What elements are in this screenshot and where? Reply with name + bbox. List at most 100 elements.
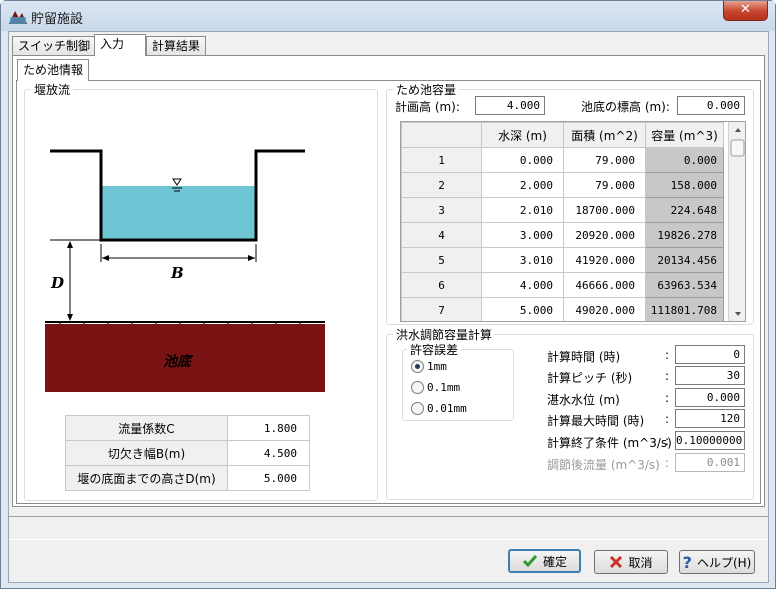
cell-depth[interactable]: 4.000 <box>481 272 564 298</box>
cell-depth[interactable]: 0.000 <box>481 147 564 173</box>
param-row: 切欠き幅B(m) 4.500 <box>65 440 310 466</box>
cell-area[interactable]: 41920.000 <box>563 247 646 273</box>
header-area: 面積 (m^2) <box>563 122 646 148</box>
tab-switch-control[interactable]: スイッチ制御 <box>12 36 97 56</box>
scroll-up-icon[interactable] <box>735 128 741 132</box>
cell-depth[interactable]: 3.000 <box>481 222 564 248</box>
help-button[interactable]: ? ヘルプ(H) <box>679 550 755 574</box>
end-condition-input[interactable]: 0.10000000 <box>675 431 745 450</box>
table-row[interactable]: 3 2.010 18700.000 224.648 <box>401 197 724 223</box>
cell-volume: 111801.708 <box>645 297 724 321</box>
label-d: D <box>50 274 64 292</box>
cancel-button[interactable]: 取消 <box>594 550 668 574</box>
tolerance-legend: 許容誤差 <box>407 341 462 358</box>
cell-depth[interactable]: 2.010 <box>481 197 564 223</box>
cell-depth[interactable]: 5.000 <box>481 297 564 321</box>
adjusted-flow-label: 調節後流量 (m^3/s) <box>547 458 660 472</box>
dialog-client: スイッチ制御 入力 計算結果 ため池情報 堰放流 B D 池底 流量係数C 1.… <box>8 31 769 583</box>
param-row: 堰の底面までの高さD(m) 5.000 <box>65 465 310 491</box>
cell-volume: 63963.534 <box>645 272 724 298</box>
table-row[interactable]: 6 4.000 46666.000 63963.534 <box>401 272 724 298</box>
end-condition-label: 計算終了条件 (m^3/s) <box>547 436 672 450</box>
tab-results[interactable]: 計算結果 <box>146 36 207 56</box>
tab-label: 入力 <box>100 37 125 51</box>
title-bar: 貯留施設 ✕ <box>1 1 775 31</box>
cell-area[interactable]: 46666.000 <box>563 272 646 298</box>
water-level-input[interactable]: 0.000 <box>675 388 745 407</box>
cell-area[interactable]: 49020.000 <box>563 297 646 321</box>
calc-pitch-label: 計算ピッチ (秒) <box>547 371 633 385</box>
radio-tolerance-0.01mm[interactable]: 0.01mm <box>411 402 467 415</box>
capacity-group: ため池容量 計画高 (m): 4.000 池底の標高 (m): 0.000 水深… <box>386 81 754 325</box>
weir-group: 堰放流 B D 池底 流量係数C 1.800 切欠き幅B(m) 4.500 堰の… <box>24 81 378 501</box>
cell-area[interactable]: 20920.000 <box>563 222 646 248</box>
radio-icon[interactable] <box>411 381 424 394</box>
bottom-elevation-label: 池底の標高 (m): <box>581 100 670 114</box>
cell-area[interactable]: 79.000 <box>563 172 646 198</box>
cell-area[interactable]: 18700.000 <box>563 197 646 223</box>
radio-label: 1mm <box>427 360 447 373</box>
calc-pitch-input[interactable]: 30 <box>675 366 745 385</box>
table-row[interactable]: 1 0.000 79.000 0.000 <box>401 147 724 173</box>
colon: : <box>665 391 670 405</box>
close-icon: ✕ <box>740 2 751 17</box>
table-row[interactable]: 2 2.000 79.000 158.000 <box>401 172 724 198</box>
row-number: 3 <box>401 197 482 223</box>
table-row[interactable]: 5 3.010 41920.000 20134.456 <box>401 247 724 273</box>
plan-height-label: 計画高 (m): <box>395 100 460 114</box>
param-label: 堰の底面までの高さD(m) <box>65 465 228 491</box>
header-volume: 容量 (m^3) <box>645 122 724 148</box>
weir-diagram: B D 池底 <box>45 149 325 392</box>
row-number: 1 <box>401 147 482 173</box>
row-number: 5 <box>401 247 482 273</box>
input-tab-panel: ため池情報 堰放流 B D 池底 流量係数C 1.800 切欠き幅B(m) 4.… <box>12 55 765 507</box>
capacity-legend: ため池容量 <box>393 81 460 98</box>
cell-volume: 224.648 <box>645 197 724 223</box>
question-icon: ? <box>682 552 692 572</box>
grid-corner <box>401 122 482 148</box>
capacity-grid: 水深 (m) 面積 (m^2) 容量 (m^3) 1 0.000 79.000 0.0… <box>400 121 746 322</box>
max-time-label: 計算最大時間 (時) <box>547 414 645 428</box>
plan-height-input[interactable]: 4.000 <box>475 96 545 115</box>
scrollbar-arrows <box>730 128 745 316</box>
capacity-table: 水深 (m) 面積 (m^2) 容量 (m^3) 1 0.000 79.000 0.0… <box>401 122 724 321</box>
water-level-label: 湛水水位 (m) <box>547 393 620 407</box>
param-label: 切欠き幅B(m) <box>65 440 228 466</box>
water-area <box>101 186 256 240</box>
colon: : <box>665 369 670 383</box>
cell-depth[interactable]: 3.010 <box>481 247 564 273</box>
grid-header-row: 水深 (m) 面積 (m^2) 容量 (m^3) <box>401 122 724 148</box>
tab-label: スイッチ制御 <box>18 39 91 53</box>
cell-volume: 20134.456 <box>645 247 724 273</box>
status-bar <box>9 516 768 540</box>
subtab-pond-info[interactable]: ため池情報 <box>17 59 90 81</box>
cell-volume: 0.000 <box>645 147 724 173</box>
close-button[interactable]: ✕ <box>723 1 768 21</box>
radio-tolerance-1mm[interactable]: 1mm <box>411 360 447 373</box>
scroll-thumb[interactable] <box>730 139 745 157</box>
radio-label: 0.01mm <box>427 402 467 415</box>
bottom-elevation-input[interactable]: 0.000 <box>677 96 745 115</box>
ok-button[interactable]: 確定 <box>508 549 581 573</box>
app-icon <box>9 11 27 24</box>
max-time-input[interactable]: 120 <box>675 409 745 428</box>
table-row[interactable]: 4 3.000 20920.000 19826.278 <box>401 222 724 248</box>
calc-time-input[interactable]: 0 <box>675 345 745 364</box>
pond-bottom-label: 池底 <box>163 353 194 370</box>
param-value[interactable]: 5.000 <box>227 465 310 491</box>
param-value[interactable]: 4.500 <box>227 440 310 466</box>
radio-selected-icon[interactable] <box>411 360 424 373</box>
colon: : <box>665 348 670 362</box>
cell-depth[interactable]: 2.000 <box>481 172 564 198</box>
table-row[interactable]: 7 5.000 49020.000 111801.708 <box>401 297 724 321</box>
radio-tolerance-0.1mm[interactable]: 0.1mm <box>411 381 460 394</box>
tab-input[interactable]: 入力 <box>94 34 146 56</box>
param-value[interactable]: 1.800 <box>227 415 310 441</box>
window-title: 貯留施設 <box>31 12 84 27</box>
calc-time-label: 計算時間 (時) <box>547 350 621 364</box>
scroll-down-icon[interactable] <box>735 312 741 316</box>
param-label: 流量係数C <box>65 415 228 441</box>
cell-area[interactable]: 79.000 <box>563 147 646 173</box>
radio-icon[interactable] <box>411 402 424 415</box>
grid-scrollbar[interactable] <box>728 122 745 321</box>
